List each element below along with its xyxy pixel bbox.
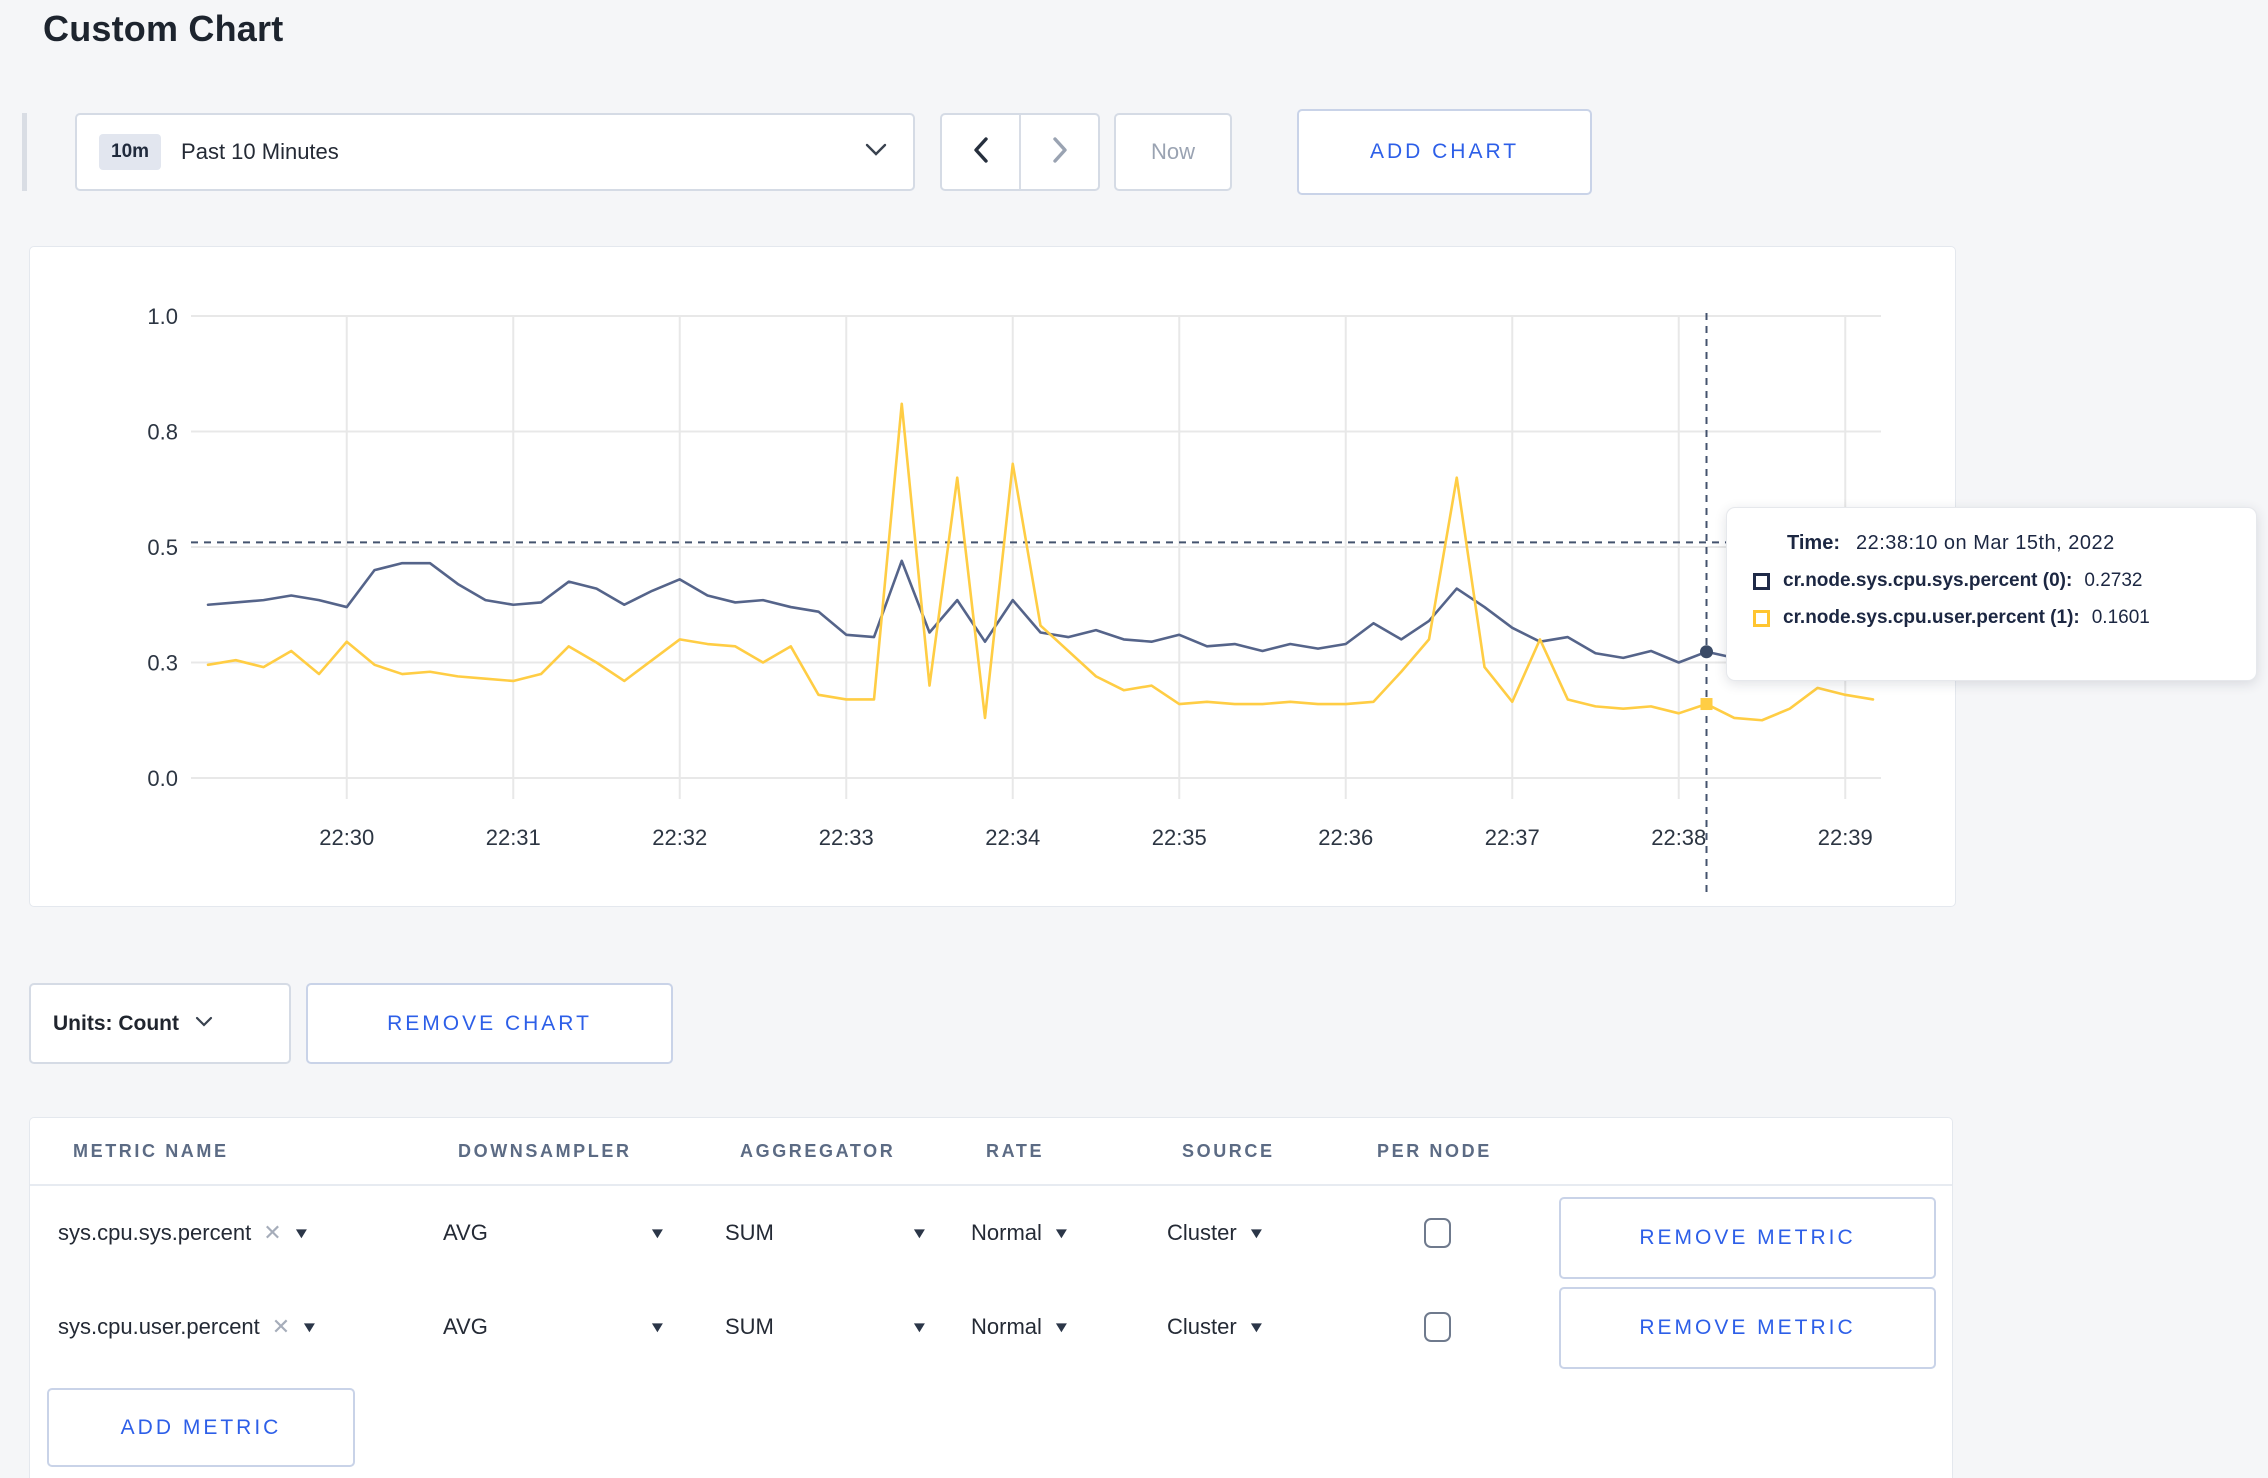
downsampler-select[interactable]: AVG ▼: [443, 1220, 667, 1246]
svg-text:22:34: 22:34: [985, 825, 1040, 850]
add-chart-button[interactable]: ADD CHART: [1297, 109, 1592, 195]
dropdown-caret-icon: ▼: [1246, 1224, 1266, 1242]
tooltip-series-row: cr.node.sys.cpu.user.percent (1): 0.1601: [1753, 607, 2232, 629]
dropdown-caret-icon: ▼: [1052, 1318, 1071, 1336]
svg-text:22:33: 22:33: [819, 825, 874, 850]
svg-text:22:30: 22:30: [319, 825, 374, 850]
dropdown-caret-icon: ▼: [648, 1318, 667, 1336]
metric-name-select[interactable]: sys.cpu.sys.percent ✕ ▼: [58, 1220, 443, 1246]
now-button[interactable]: Now: [1114, 113, 1232, 191]
svg-text:22:39: 22:39: [1818, 825, 1873, 850]
dropdown-caret-icon: ▼: [291, 1224, 311, 1242]
col-header-metric-name: METRIC NAME: [73, 1140, 229, 1161]
downsampler-value: AVG: [443, 1220, 488, 1245]
source-select[interactable]: Cluster ▼: [1167, 1314, 1266, 1340]
metric-name-select[interactable]: sys.cpu.user.percent ✕ ▼: [58, 1314, 443, 1340]
units-label: Units: Count: [53, 1011, 179, 1035]
rate-value: Normal: [971, 1314, 1042, 1339]
prev-window-button[interactable]: [942, 115, 1019, 189]
tooltip-series-label: cr.node.sys.cpu.sys.percent (0):: [1783, 570, 2073, 591]
svg-text:22:32: 22:32: [652, 825, 707, 850]
tooltip-series-value: 0.1601: [2091, 607, 2150, 628]
metrics-table: METRIC NAME DOWNSAMPLER AGGREGATOR RATE …: [29, 1117, 1953, 1478]
chevron-down-icon: [195, 1015, 213, 1033]
metric-row: sys.cpu.user.percent ✕ ▼ AVG ▼ SUM ▼ Nor…: [30, 1280, 1952, 1374]
svg-text:0.0: 0.0: [147, 766, 178, 791]
chevron-left-icon: [973, 136, 989, 168]
rate-select[interactable]: Normal ▼: [971, 1314, 1071, 1340]
custom-chart-page: Custom Chart 10m Past 10 Minutes Now ADD…: [0, 0, 2268, 1478]
aggregator-select[interactable]: SUM ▼: [725, 1314, 929, 1340]
metric-row: sys.cpu.sys.percent ✕ ▼ AVG ▼ SUM ▼ Norm…: [30, 1186, 1952, 1280]
svg-text:0.8: 0.8: [147, 420, 178, 445]
source-value: Cluster: [1167, 1220, 1237, 1245]
tooltip-time-label: Time:: [1787, 532, 1840, 554]
next-window-button[interactable]: [1019, 115, 1098, 189]
sys-series-swatch-icon: [1753, 572, 1770, 590]
downsampler-value: AVG: [443, 1314, 488, 1339]
chart-card: 0.0 0.3 0.5 0.8 1.0 22:30 22:31 22:32 22:33 22:34…: [29, 246, 2257, 907]
svg-text:0.5: 0.5: [147, 535, 178, 560]
page-title: Custom Chart: [43, 8, 284, 49]
chart-hover-tooltip: Time: 22:38:10 on Mar 15th, 2022 cr.node…: [1726, 507, 2257, 681]
dropdown-caret-icon: ▼: [1052, 1224, 1071, 1242]
col-header-downsampler: DOWNSAMPLER: [458, 1140, 632, 1161]
time-range-select[interactable]: 10m Past 10 Minutes: [75, 113, 915, 191]
time-range-label: Past 10 Minutes: [181, 139, 339, 164]
svg-text:22:35: 22:35: [1152, 825, 1207, 850]
col-header-source: SOURCE: [1182, 1140, 1275, 1161]
metric-name-value: sys.cpu.sys.percent: [58, 1220, 252, 1245]
svg-text:22:36: 22:36: [1318, 825, 1373, 850]
tooltip-time-value: 22:38:10 on Mar 15th, 2022: [1855, 532, 2115, 554]
chevron-right-icon: [1052, 136, 1068, 168]
svg-text:22:37: 22:37: [1485, 825, 1540, 850]
aggregator-value: SUM: [725, 1314, 774, 1339]
per-node-checkbox[interactable]: [1424, 1312, 1451, 1342]
remove-metric-button[interactable]: REMOVE METRIC: [1559, 1197, 1936, 1279]
downsampler-select[interactable]: AVG ▼: [443, 1314, 667, 1340]
metrics-table-header: METRIC NAME DOWNSAMPLER AGGREGATOR RATE …: [30, 1118, 1952, 1186]
aggregator-value: SUM: [725, 1220, 774, 1245]
col-header-aggregator: AGGREGATOR: [740, 1140, 896, 1161]
time-range-badge: 10m: [99, 134, 162, 170]
aggregator-select[interactable]: SUM ▼: [725, 1220, 929, 1246]
dropdown-caret-icon: ▼: [1246, 1318, 1266, 1336]
add-metric-button[interactable]: ADD METRIC: [47, 1388, 355, 1467]
col-header-rate: RATE: [986, 1140, 1045, 1161]
rate-value: Normal: [971, 1220, 1042, 1245]
clear-metric-icon[interactable]: ✕: [272, 1314, 290, 1340]
time-window-nav: [940, 113, 1100, 191]
source-select[interactable]: Cluster ▼: [1167, 1220, 1266, 1246]
tooltip-series-row: cr.node.sys.cpu.sys.percent (0): 0.2732: [1753, 570, 2232, 592]
tooltip-time-row: Time: 22:38:10 on Mar 15th, 2022: [1753, 532, 2232, 555]
remove-chart-button[interactable]: REMOVE CHART: [306, 983, 673, 1064]
tooltip-series-label: cr.node.sys.cpu.user.percent (1):: [1783, 607, 2080, 628]
user-series-swatch-icon: [1753, 609, 1770, 627]
dropdown-caret-icon: ▼: [648, 1224, 667, 1242]
rate-select[interactable]: Normal ▼: [971, 1220, 1071, 1246]
dropdown-caret-icon: ▼: [300, 1318, 319, 1336]
tooltip-series-value: 0.2732: [2084, 570, 2143, 591]
svg-text:22:38: 22:38: [1651, 825, 1706, 850]
toolbar-divider: [22, 113, 27, 191]
clear-metric-icon[interactable]: ✕: [263, 1220, 281, 1246]
source-value: Cluster: [1167, 1314, 1237, 1339]
svg-text:22:31: 22:31: [486, 825, 541, 850]
col-header-per-node: PER NODE: [1377, 1140, 1492, 1161]
metric-name-value: sys.cpu.user.percent: [58, 1314, 260, 1339]
dropdown-caret-icon: ▼: [910, 1318, 929, 1336]
svg-text:0.3: 0.3: [147, 651, 178, 676]
per-node-checkbox[interactable]: [1424, 1218, 1451, 1248]
timeseries-chart[interactable]: 0.0 0.3 0.5 0.8 1.0 22:30 22:31 22:32 22:33 22:34…: [30, 247, 1957, 907]
chevron-down-icon: [865, 143, 887, 162]
svg-text:1.0: 1.0: [147, 304, 178, 329]
remove-metric-button[interactable]: REMOVE METRIC: [1559, 1287, 1936, 1369]
dropdown-caret-icon: ▼: [910, 1224, 929, 1242]
units-select[interactable]: Units: Count: [29, 983, 291, 1064]
